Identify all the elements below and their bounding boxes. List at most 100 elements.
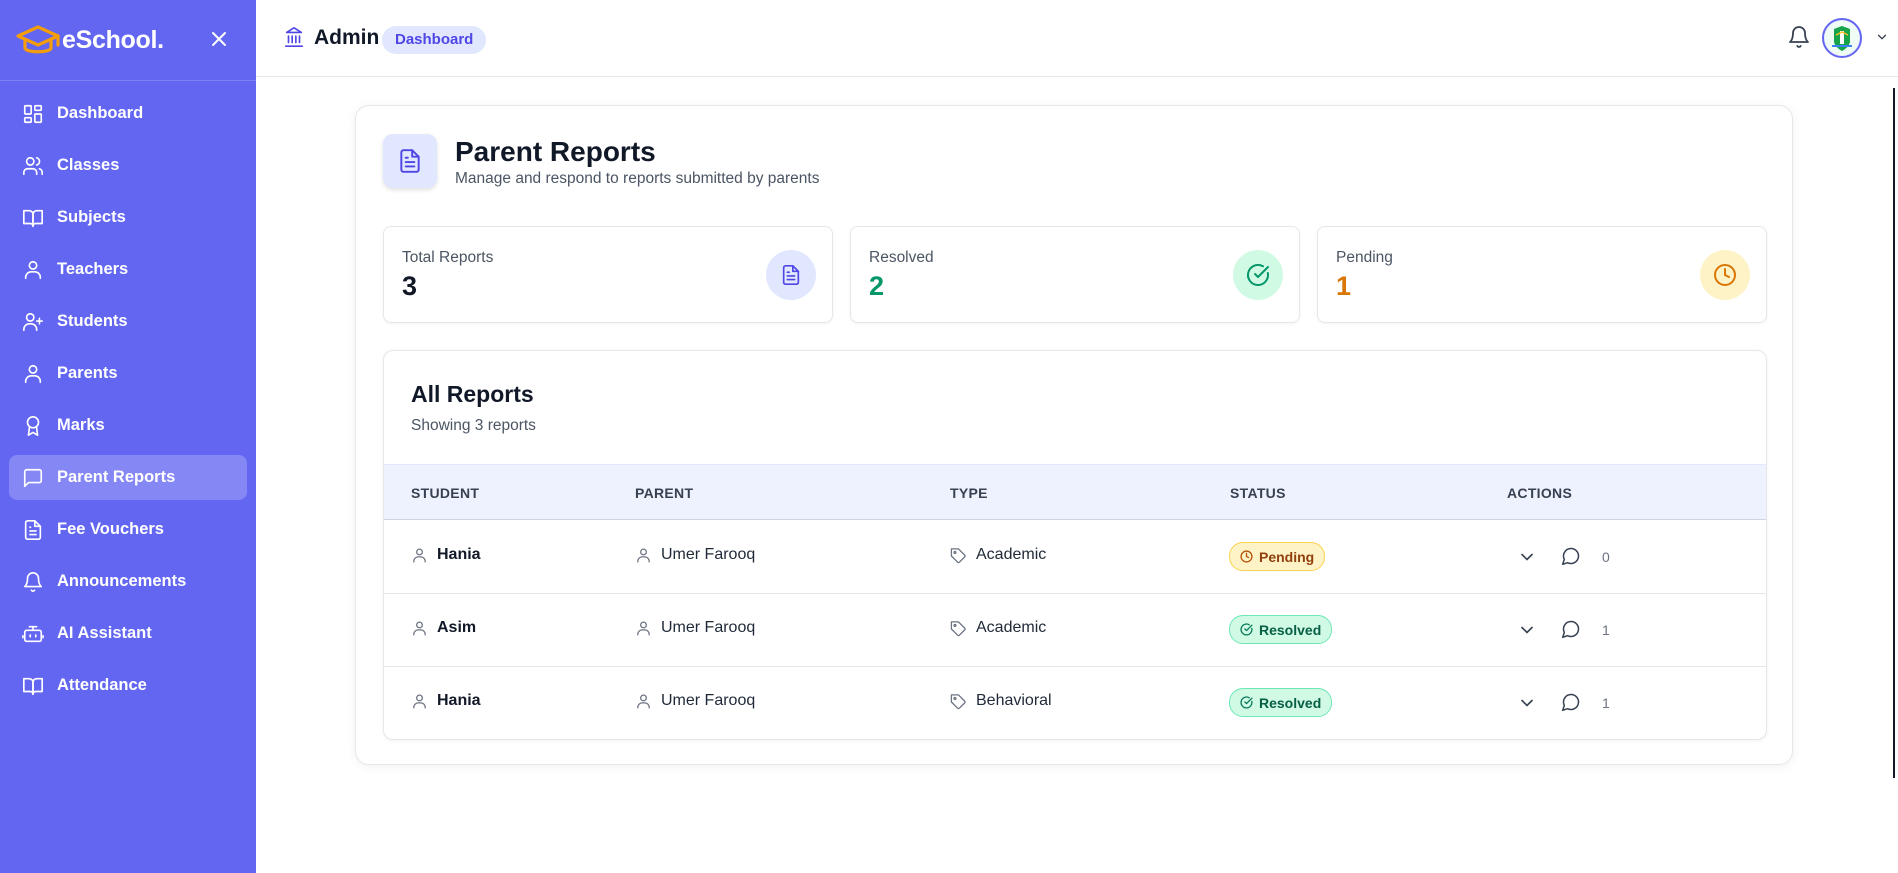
column-header-student: STUDENT [411,485,480,501]
sidebar-item-subjects[interactable]: Subjects [9,195,247,240]
sidebar-item-classes[interactable]: Classes [9,143,247,188]
comment-button[interactable] [1561,619,1583,641]
stat-value: 1 [1336,271,1352,301]
sidebar-item-label: Teachers [57,260,129,278]
bell-icon[interactable] [1787,25,1811,49]
check-circle-icon [1240,623,1253,636]
tag-icon [950,693,967,710]
table-header: STUDENT PARENT TYPE STATUS ACTIONS [384,464,1766,520]
book-open-icon [21,674,45,698]
bell-icon [21,570,45,594]
stat-card-pending: Pending 1 [1317,226,1767,323]
column-header-status: STATUS [1230,485,1286,501]
report-type: Academic [976,619,1047,636]
graduation-cap-icon [14,20,60,60]
bot-icon [21,622,45,646]
type-cell: Academic [950,546,1046,564]
parent-cell: Umer Farooq [635,619,755,637]
status-label: Resolved [1259,694,1322,711]
check-circle-icon [1240,696,1253,709]
bank-icon [283,26,305,48]
file-text-icon [383,134,437,188]
sidebar-item-label: Marks [57,416,105,434]
expand-row-button[interactable] [1517,547,1537,567]
user-icon [21,258,45,282]
user-icon [411,693,428,710]
status-badge: Resolved [1229,615,1333,644]
grid-icon [21,102,45,126]
brand: eSchool. [0,0,256,81]
parent-name: Umer Farooq [661,546,756,563]
sidebar-item-attendance[interactable]: Attendance [9,663,247,708]
expand-row-button[interactable] [1517,693,1537,713]
stat-label: Pending [1336,249,1393,266]
page-subtitle: Manage and respond to reports submitted … [455,170,820,187]
sidebar-item-fee-vouchers[interactable]: Fee Vouchers [9,507,247,552]
student-name: Hania [437,692,481,709]
stat-label: Total Reports [402,249,494,266]
status-badge: Resolved [1229,688,1333,717]
sidebar-item-label: Announcements [57,572,187,590]
stat-card-resolved: Resolved 2 [850,226,1300,323]
sidebar-item-students[interactable]: Students [9,299,247,344]
sidebar-item-teachers[interactable]: Teachers [9,247,247,292]
user-icon [411,620,428,637]
breadcrumb[interactable]: Dashboard [382,26,487,54]
user-icon [21,362,45,386]
page-title: Admin [314,26,380,49]
sidebar-item-announcements[interactable]: Announcements [9,559,247,604]
sidebar-item-ai-assistant[interactable]: AI Assistant [9,611,247,656]
award-icon [21,414,45,438]
table-row: Hania Umer Farooq Academic Pending 0 [384,521,1766,594]
student-name: Asim [437,619,477,636]
sidebar-item-label: Dashboard [57,104,144,122]
sidebar-item-marks[interactable]: Marks [9,403,247,448]
status-label: Resolved [1259,621,1322,638]
sidebar: eSchool. Dashboard Classes Subjects Teac… [0,0,256,873]
scrollbar[interactable] [1893,88,1895,778]
sidebar-item-label: Parent Reports [57,468,176,486]
user-plus-icon [21,310,45,334]
expand-row-button[interactable] [1517,620,1537,640]
chevron-down-icon[interactable] [1875,30,1889,44]
check-circle-icon [1233,250,1283,300]
sidebar-item-label: AI Assistant [57,624,152,642]
comment-count: 0 [1602,549,1610,565]
status-badge: Pending [1229,542,1326,571]
comment-button[interactable] [1561,546,1583,568]
sidebar-item-dashboard[interactable]: Dashboard [9,91,247,136]
user-icon [635,693,652,710]
status-label: Pending [1259,548,1315,565]
student-name: Hania [437,546,481,563]
table-title: All Reports [411,381,534,407]
user-icon [635,547,652,564]
parent-cell: Umer Farooq [635,546,755,564]
file-text-icon [766,250,816,300]
type-cell: Academic [950,619,1046,637]
page-heading: Parent Reports [455,136,656,167]
tag-icon [950,620,967,637]
avatar[interactable] [1822,18,1862,58]
comment-button[interactable] [1561,692,1583,714]
table-row: Asim Umer Farooq Academic Resolved 1 [384,594,1766,667]
sidebar-item-label: Subjects [57,208,126,226]
users-icon [21,154,45,178]
file-text-icon [21,518,45,542]
stat-label: Resolved [869,249,934,266]
comment-count: 1 [1602,695,1610,711]
sidebar-item-label: Attendance [57,676,147,694]
close-icon[interactable] [207,27,231,51]
message-square-icon [21,466,45,490]
student-cell: Hania [411,546,481,564]
column-header-type: TYPE [950,485,988,501]
stat-card-total: Total Reports 3 [383,226,833,323]
sidebar-item-label: Classes [57,156,120,174]
parent-cell: Umer Farooq [635,692,755,710]
stat-value: 3 [402,271,418,301]
column-header-actions: ACTIONS [1507,485,1573,501]
book-open-icon [21,206,45,230]
sidebar-item-parents[interactable]: Parents [9,351,247,396]
sidebar-item-label: Parents [57,364,118,382]
sidebar-item-parent-reports[interactable]: Parent Reports [9,455,247,500]
top-header: Admin Dashboard [256,0,1898,77]
